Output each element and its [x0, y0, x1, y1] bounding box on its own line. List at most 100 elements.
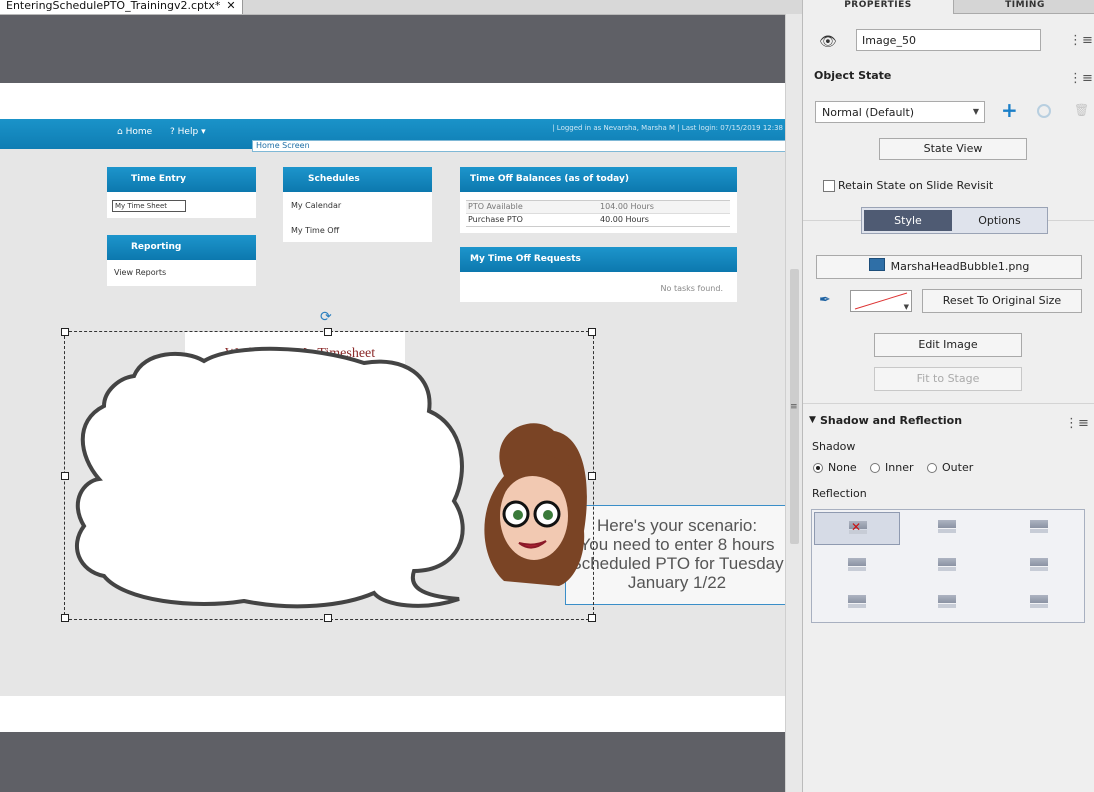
reflection-option[interactable] [1030, 520, 1048, 534]
state-view-button[interactable]: State View [879, 138, 1027, 160]
panel-splitter-grip-icon[interactable]: ≡ [790, 402, 798, 412]
empty-message: No tasks found. [660, 284, 723, 293]
divider [803, 403, 1094, 404]
reflection-option[interactable] [1030, 595, 1048, 609]
my-calendar-link[interactable]: My Calendar [291, 201, 341, 210]
scenario-caption[interactable]: Here's your scenario: You need to enter … [565, 505, 786, 605]
object-name-input[interactable]: Image_50 [856, 29, 1041, 51]
nav-help-label: Help [177, 127, 199, 137]
document-tab-name: EnteringSchedulePTO_Trainingv2.cptx* [6, 0, 221, 12]
scenario-line: January 1/22 [627, 573, 727, 592]
resize-handle-top-right[interactable] [588, 328, 596, 336]
image-icon [868, 258, 885, 271]
table-row: PTO Available 104.00 Hours [466, 201, 730, 214]
shadow-menu-icon[interactable]: ⋮≡ [1065, 416, 1089, 431]
state-select-value: Normal (Default) [822, 106, 915, 119]
stage-scrollbar[interactable]: ≡ [785, 14, 803, 792]
card-title: My Time Off Requests [460, 247, 737, 272]
card-time-entry: Time Entry My Time Sheet [107, 167, 256, 218]
shadow-none-radio[interactable] [813, 463, 823, 473]
card-title: Time Entry [107, 167, 256, 192]
background-color-swatch[interactable]: ▼ [850, 290, 912, 312]
scenario-line: Here's your scenario: [596, 516, 758, 535]
home-icon: ⌂ [117, 127, 123, 137]
no-reflection-icon: ✕ [851, 520, 862, 534]
card-schedules: Schedules My Calendar My Time Off [283, 167, 432, 242]
add-state-icon[interactable]: + [1001, 100, 1018, 120]
shadow-label: Shadow [812, 440, 856, 453]
my-time-off-link[interactable]: My Time Off [291, 226, 339, 235]
reflection-option[interactable] [938, 595, 956, 609]
resize-handle-top[interactable] [324, 328, 332, 336]
breadcrumb: Home Screen [252, 140, 790, 152]
card-time-off-requests: My Time Off Requests No tasks found. [460, 247, 737, 302]
object-state-menu-icon[interactable]: ⋮≡ [1069, 71, 1093, 86]
chevron-down-icon: ▼ [972, 107, 979, 116]
fit-to-stage-button: Fit to Stage [874, 367, 1022, 391]
reflection-option[interactable] [938, 520, 956, 534]
retain-state-label: Retain State on Slide Revisit [838, 179, 994, 192]
shadow-inner-radio[interactable] [870, 463, 880, 473]
card-reporting: Reporting View Reports [107, 235, 256, 286]
scenario-line: You need to enter 8 hours [579, 535, 775, 554]
reflection-option[interactable] [1030, 558, 1048, 572]
shadow-reflection-title: Shadow and Reflection [820, 414, 963, 427]
reflection-option[interactable] [938, 558, 956, 572]
resize-handle-bottom[interactable] [324, 614, 332, 622]
card-title: Reporting [107, 235, 256, 260]
shadow-outer-radio[interactable] [927, 463, 937, 473]
object-state-title: Object State [814, 69, 892, 82]
resize-handle-right[interactable] [588, 472, 596, 480]
reflection-none-selected[interactable]: ✕ [814, 512, 900, 545]
visibility-eye-icon[interactable]: 👁 [819, 34, 837, 50]
card-title: Schedules [283, 167, 432, 192]
reflection-option[interactable] [848, 558, 866, 572]
reset-original-size-button[interactable]: Reset To Original Size [922, 289, 1082, 313]
shadow-option-label: None [828, 461, 857, 474]
collapse-triangle-icon[interactable]: ▼ [809, 415, 816, 425]
view-reports-link[interactable]: View Reports [114, 268, 166, 277]
properties-panel: PROPERTIES TIMING 👁 Image_50 ⋮≡ Object S… [802, 0, 1094, 792]
balances-table: PTO Available 104.00 Hours Purchase PTO … [466, 200, 730, 227]
resize-handle-left[interactable] [61, 472, 69, 480]
tab-properties[interactable]: PROPERTIES [803, 0, 953, 13]
timesheet-select[interactable]: My Time Sheet [112, 200, 186, 212]
tab-options[interactable]: Options [954, 210, 1045, 231]
resize-handle-bottom-right[interactable] [588, 614, 596, 622]
retain-state-checkbox[interactable] [823, 180, 835, 192]
nav-home-label: Home [125, 127, 153, 137]
document-tab[interactable]: EnteringSchedulePTO_Trainingv2.cptx* ✕ [0, 0, 243, 14]
chevron-down-icon: ▼ [903, 303, 909, 311]
resize-handle-bottom-left[interactable] [61, 614, 69, 622]
shadow-option-label: Outer [942, 461, 974, 474]
tab-style[interactable]: Style [864, 210, 952, 231]
resize-handle-top-left[interactable] [61, 328, 69, 336]
login-info: | Logged in as Nevarsha, Marsha M | Last… [552, 124, 783, 132]
state-select[interactable]: Normal (Default) ▼ [815, 101, 985, 123]
card-time-off-balances: Time Off Balances (as of today) PTO Avai… [460, 167, 737, 233]
balance-label: PTO Available [468, 202, 523, 211]
nav-home[interactable]: ⌂ Home [117, 127, 152, 137]
nav-help[interactable]: ? Help ▾ [170, 127, 206, 137]
eyedropper-icon[interactable]: ✒ [819, 292, 831, 308]
image-file-button[interactable]: MarshaHeadBubble1.png [816, 255, 1082, 279]
slide-margin-top [0, 83, 785, 119]
reflection-option[interactable] [848, 595, 866, 609]
shadow-option-label: Inner [885, 461, 914, 474]
image-file-name: MarshaHeadBubble1.png [890, 260, 1030, 273]
edit-image-button[interactable]: Edit Image [874, 333, 1022, 357]
slide-margin-bottom [0, 696, 785, 732]
close-tab-icon[interactable]: ✕ [226, 0, 235, 12]
chevron-down-icon: ▾ [201, 127, 206, 137]
balance-value: 40.00 Hours [600, 215, 649, 224]
panel-tabs: PROPERTIES TIMING [803, 0, 1094, 14]
scenario-line: Scheduled PTO for Tuesday [570, 554, 784, 573]
selection-box[interactable] [64, 331, 594, 620]
state-action-icon [1037, 104, 1051, 118]
help-icon: ? [170, 127, 175, 137]
tab-timing[interactable]: TIMING [953, 0, 1094, 14]
app-navbar: ⌂ Home ? Help ▾ | Logged in as Nevarsha,… [0, 119, 790, 152]
panel-menu-icon[interactable]: ⋮≡ [1069, 33, 1093, 48]
style-options-toggle: Style Options [861, 207, 1048, 234]
rotate-handle-icon[interactable]: ⟳ [320, 310, 332, 324]
